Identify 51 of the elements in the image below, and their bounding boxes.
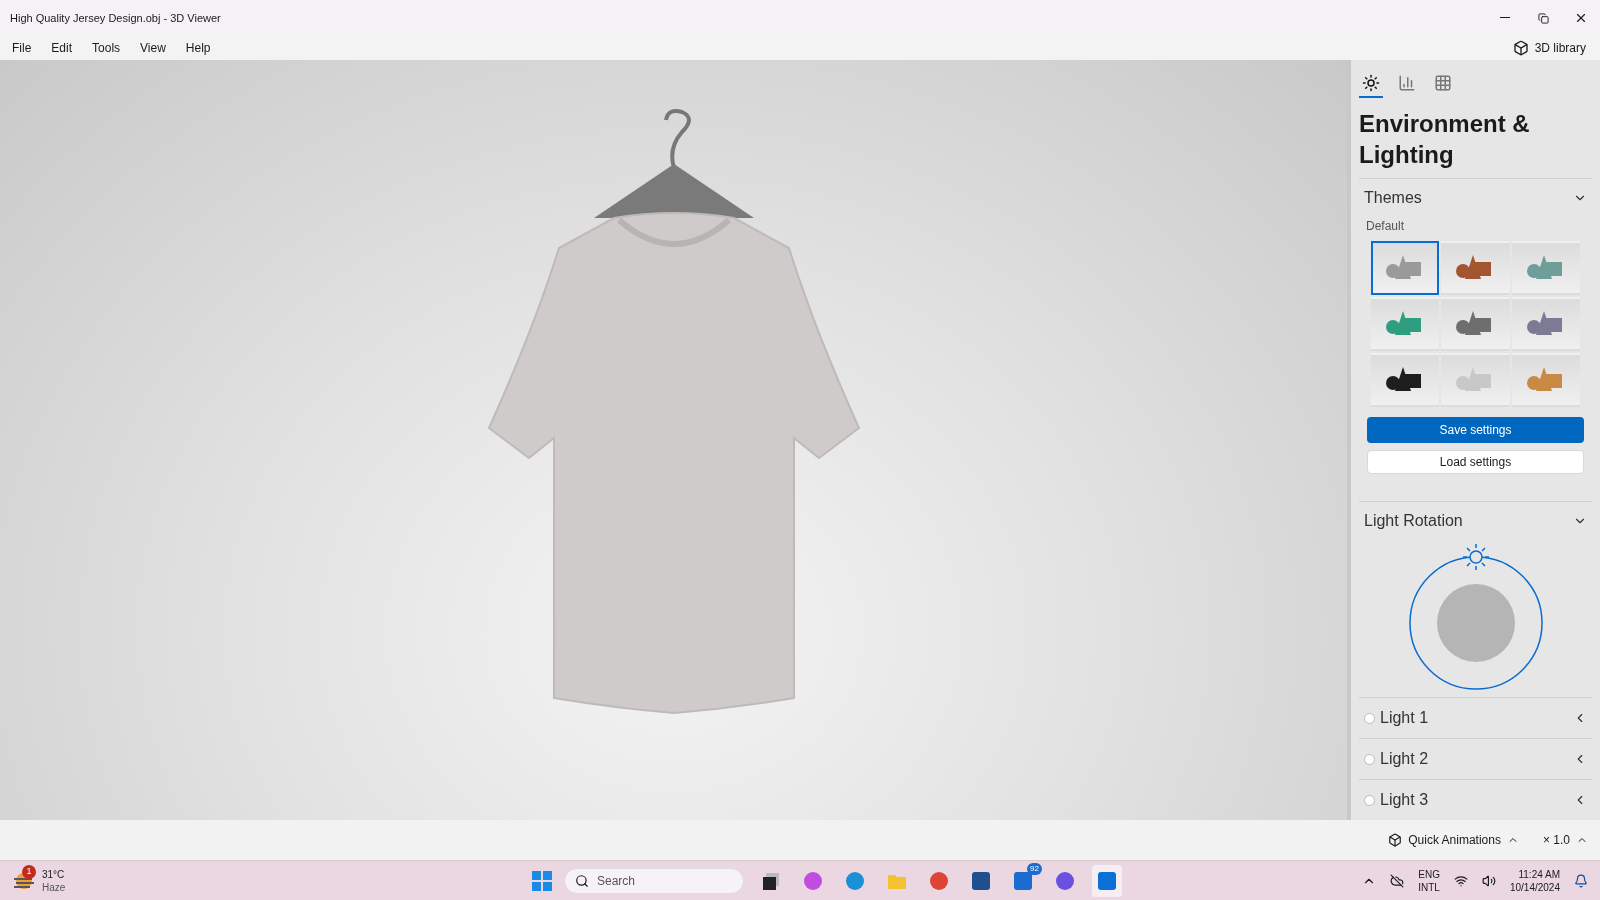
light-toggle[interactable] xyxy=(1364,794,1375,806)
chart-icon xyxy=(1398,74,1416,92)
volume-icon[interactable] xyxy=(1481,873,1496,888)
window-title: High Quality Jersey Design.obj - 3D Viewer xyxy=(10,10,222,26)
network-icon[interactable] xyxy=(1453,873,1468,888)
language-indicator[interactable]: INTL xyxy=(1418,880,1440,894)
count-badge: 92 xyxy=(1027,862,1042,875)
language-indicator[interactable]: ENG xyxy=(1418,867,1440,881)
theme-thumbnail[interactable] xyxy=(1511,297,1580,352)
panel-title: Environment & Lighting xyxy=(1359,109,1531,170)
search-icon xyxy=(575,873,589,888)
theme-thumbnail[interactable] xyxy=(1371,297,1440,352)
theme-group-label: Default xyxy=(1365,218,1406,236)
light-toggle[interactable] xyxy=(1364,753,1375,765)
theme-thumbnail[interactable] xyxy=(1371,241,1440,296)
clock-time[interactable]: 11:24 AM xyxy=(1518,867,1560,881)
sun-icon xyxy=(1362,74,1380,92)
clock-date[interactable]: 10/14/2024 xyxy=(1509,880,1560,894)
bell-icon[interactable] xyxy=(1574,873,1588,888)
weather-temperature: 31°C xyxy=(42,867,66,881)
menu-item[interactable]: Help xyxy=(175,39,221,57)
light-rotation-header[interactable]: Light Rotation xyxy=(1359,502,1592,541)
minimize-icon xyxy=(1500,17,1510,19)
start-icon[interactable] xyxy=(532,870,552,891)
quick-animations-button[interactable]: Quick Animations xyxy=(1388,831,1519,849)
load-settings-button[interactable]: Load settings xyxy=(1367,450,1584,475)
light-toggle[interactable] xyxy=(1364,712,1375,724)
theme-thumbnail[interactable] xyxy=(1441,241,1510,296)
restore-icon xyxy=(1537,12,1549,24)
themes-header[interactable]: Themes xyxy=(1359,179,1592,218)
library-button[interactable]: 3D library xyxy=(1512,39,1598,57)
weather-condition: Haze xyxy=(42,880,66,894)
menu-item[interactable]: File xyxy=(2,39,42,57)
menu-item[interactable]: View xyxy=(130,39,176,57)
theme-thumbnail[interactable] xyxy=(1511,241,1580,296)
menu-item[interactable]: Edit xyxy=(41,39,83,57)
search-field[interactable]: Search xyxy=(564,867,744,894)
theme-thumbnail[interactable] xyxy=(1441,297,1510,352)
light-row[interactable]: Light 2 xyxy=(1359,739,1592,779)
close-icon xyxy=(1574,11,1588,25)
menu-item[interactable]: Tools xyxy=(82,39,131,57)
speed-button[interactable]: × 1.0 xyxy=(1542,831,1588,849)
light-row[interactable]: Light 1 xyxy=(1359,698,1592,738)
theme-thumbnail[interactable] xyxy=(1441,353,1510,408)
cloud-off-icon[interactable] xyxy=(1390,873,1405,888)
notification-badge: 1 xyxy=(22,864,36,879)
grid-icon xyxy=(1434,74,1452,92)
light-row[interactable]: Light 3 xyxy=(1359,780,1592,820)
save-settings-button[interactable]: Save settings xyxy=(1367,417,1584,444)
theme-thumbnail[interactable] xyxy=(1511,353,1580,408)
theme-thumbnail[interactable] xyxy=(1371,353,1440,408)
